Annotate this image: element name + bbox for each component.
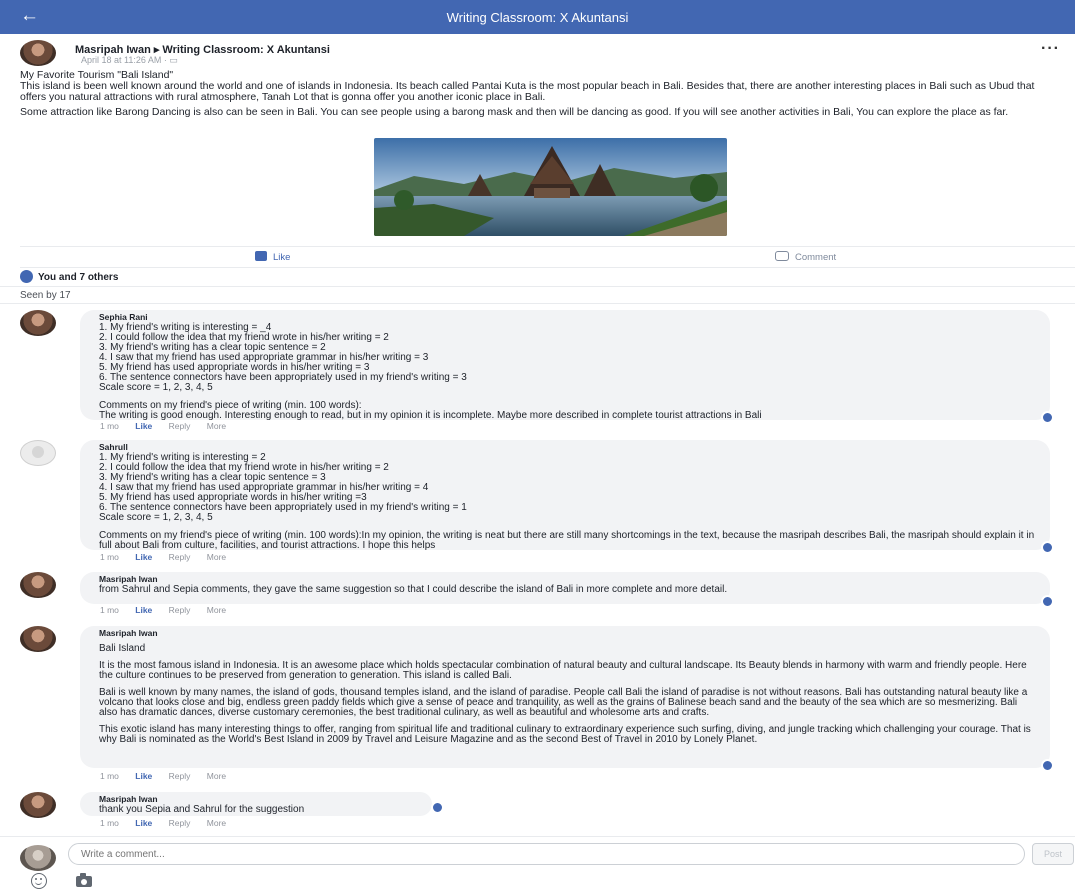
comment-bubble: Sephia Rani 1. My friend's writing is in… [80, 310, 1054, 424]
comment-meta: 1 mo Like Reply More [100, 552, 240, 562]
page-title: Writing Classroom: X Akuntansi [446, 10, 629, 25]
like-button[interactable]: Like [255, 251, 290, 263]
post-body: My Favorite Tourism "Bali Island" This i… [20, 70, 1060, 122]
comment-paragraph: Bali is well known by many names, the is… [99, 687, 1028, 718]
reactions-summary[interactable]: You and 7 others [20, 270, 118, 283]
comment-author[interactable]: Masripah Iwan [99, 795, 420, 804]
comment-heading: Bali Island [99, 643, 146, 654]
post-paragraph: This island is been well known around th… [20, 80, 1035, 103]
comment-time: 1 mo [100, 552, 119, 562]
avatar[interactable] [20, 792, 56, 818]
post-action-bar: Like Comment [20, 246, 1075, 268]
avatar[interactable] [20, 310, 56, 336]
comment-time: 1 mo [100, 818, 119, 828]
comment-icon [775, 251, 789, 261]
comment-line: Scale score = 1, 2, 3, 4, 5 [99, 382, 213, 393]
comment-bubble: Masripah Iwan Bali Island It is the most… [80, 626, 1054, 772]
comment-more-button[interactable]: More [207, 552, 226, 562]
bali-temple-lake-photo [374, 138, 727, 236]
comment-composer: Post [0, 836, 1075, 891]
comment-author[interactable]: Sephia Rani [99, 313, 1038, 322]
avatar[interactable] [20, 626, 56, 652]
seen-by[interactable]: Seen by 17 [0, 286, 1075, 304]
comment-reply-button[interactable]: Reply [169, 771, 191, 781]
comment-bubble: Sahrull 1. My friend's writing is intere… [80, 440, 1054, 554]
comment-text: Comments on my friend's piece of writing… [99, 530, 1035, 551]
comment-more-button[interactable]: More [207, 818, 226, 828]
comment-more-button[interactable]: More [207, 771, 226, 781]
comment-paragraph: This exotic island has many interesting … [99, 724, 1031, 745]
comment-like-button[interactable]: Like [135, 421, 152, 431]
comment-meta: 1 mo Like Reply More [100, 771, 240, 781]
like-reaction-icon[interactable] [431, 801, 444, 814]
avatar [20, 845, 56, 871]
comment-time: 1 mo [100, 771, 119, 781]
audience-icon: ▭ [169, 55, 178, 65]
comment-paragraph: It is the most famous island in Indonesi… [99, 660, 1027, 681]
comment-text: thank you Sepia and Sahrul for the sugge… [99, 804, 305, 815]
comment-like-button[interactable]: Like [135, 605, 152, 615]
like-reaction-icon [20, 270, 33, 283]
comment-like-button[interactable]: Like [135, 771, 152, 781]
comment-like-button[interactable]: Like [135, 818, 152, 828]
comment-bubble: Masripah Iwan thank you Sepia and Sahrul… [80, 792, 444, 816]
comment-text: from Sahrul and Sepia comments, they gav… [99, 584, 728, 595]
comment-text: The writing is good enough. Interesting … [99, 410, 762, 421]
comment-time: 1 mo [100, 605, 119, 615]
comment-line: 6. The sentence connectors have been app… [99, 502, 467, 513]
post-header: Masripah Iwan ▸ Writing Classroom: X Aku… [20, 40, 1060, 70]
comment-meta: 1 mo Like Reply More [100, 421, 240, 431]
avatar[interactable] [20, 40, 56, 66]
camera-icon[interactable] [76, 873, 92, 887]
comment-reply-button[interactable]: Reply [169, 818, 191, 828]
like-reaction-icon[interactable] [1041, 759, 1054, 772]
thumbs-up-icon [255, 251, 267, 261]
top-bar: ← Writing Classroom: X Akuntansi [0, 0, 1075, 34]
post-paragraph: Some attraction like Barong Dancing is a… [20, 106, 1009, 118]
post-button[interactable]: Post [1032, 843, 1074, 865]
like-reaction-icon[interactable] [1041, 411, 1054, 424]
like-reaction-icon[interactable] [1041, 595, 1054, 608]
comment-author[interactable]: Masripah Iwan [99, 575, 1038, 584]
avatar[interactable] [20, 572, 56, 598]
comment-author[interactable]: Masripah Iwan [99, 629, 1038, 638]
comment-more-button[interactable]: More [207, 605, 226, 615]
avatar[interactable] [20, 440, 56, 466]
comment-button[interactable]: Comment [775, 251, 1075, 263]
more-horizontal-icon[interactable]: ··· [1041, 40, 1060, 58]
comment-meta: 1 mo Like Reply More [100, 818, 240, 828]
comment-meta: 1 mo Like Reply More [100, 605, 240, 615]
post-timestamp: April 18 at 11:26 AM · ▭ [81, 55, 178, 65]
like-reaction-icon[interactable] [1041, 541, 1054, 554]
comment-reply-button[interactable]: Reply [169, 421, 191, 431]
comment-author[interactable]: Sahrull [99, 443, 1038, 452]
post-image[interactable] [374, 138, 727, 236]
comment-more-button[interactable]: More [207, 421, 226, 431]
comment-like-button[interactable]: Like [135, 552, 152, 562]
comment-line: 6. The sentence connectors have been app… [99, 372, 467, 383]
comment-reply-button[interactable]: Reply [169, 552, 191, 562]
comment-input[interactable] [68, 843, 1025, 865]
smiley-icon[interactable] [31, 873, 47, 889]
comment-line: Scale score = 1, 2, 3, 4, 5 [99, 512, 213, 523]
comment-reply-button[interactable]: Reply [169, 605, 191, 615]
comment-bubble: Masripah Iwan from Sahrul and Sepia comm… [80, 572, 1054, 608]
comment-time: 1 mo [100, 421, 119, 431]
